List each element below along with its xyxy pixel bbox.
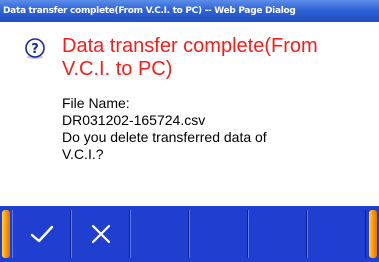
file-name-value: DR031202-165724.csv [62, 112, 206, 128]
cancel-button[interactable] [71, 210, 130, 258]
question-icon: ? [25, 38, 45, 59]
left-accent-bar [2, 210, 10, 258]
right-accent-bar [369, 210, 377, 258]
function-button-6[interactable] [307, 210, 366, 258]
file-name-label: File Name: [62, 95, 130, 111]
headline-line-1: Data transfer complete(From [62, 35, 318, 57]
function-button-5[interactable] [248, 210, 307, 258]
window-title: Data transfer complete(From V.C.I. to PC… [3, 6, 296, 16]
close-icon [91, 224, 110, 244]
window-title-bar: Data transfer complete(From V.C.I. to PC… [0, 0, 379, 22]
function-button-4[interactable] [189, 210, 248, 258]
question-line-2: V.C.I.? [62, 146, 104, 162]
checkmark-icon [30, 225, 53, 243]
confirm-button[interactable] [12, 210, 71, 258]
dialog-content: ? Data transfer complete(From V.C.I. to … [0, 22, 379, 206]
dialog-detail: File Name: DR031202-165724.csv Do you de… [62, 95, 362, 163]
function-button-3[interactable] [130, 210, 189, 258]
function-key-toolbar [0, 206, 379, 262]
question-line-1: Do you delete transferred data of [62, 129, 267, 145]
dialog-headline: Data transfer complete(From V.C.I. to PC… [62, 35, 372, 81]
headline-line-2: V.C.I. to PC) [62, 58, 173, 80]
svg-text:?: ? [31, 42, 39, 57]
